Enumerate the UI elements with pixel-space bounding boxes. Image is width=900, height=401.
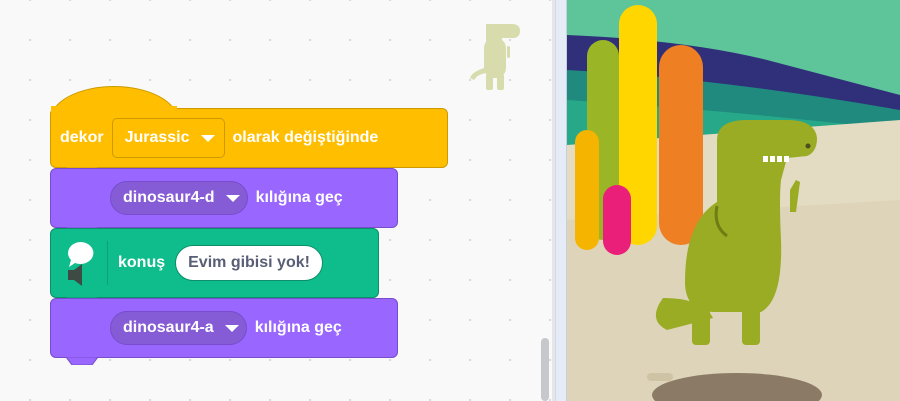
speech-bubble-icon [68,242,94,286]
speak-text-input[interactable]: Evim gibisi yok! [175,245,323,281]
costume-dropdown-2-value: dinosaur4-a [123,319,214,336]
when-backdrop-switches-hat-block[interactable]: dekor Jurassic olarak değiştiğinde [50,108,448,175]
block-bump [66,357,98,365]
jurassic-backdrop [567,0,900,401]
sprite-thumbnail-icon [470,24,520,90]
switch-costume-label-1: kılığına geç [255,189,343,206]
switch-costume-block-1[interactable]: dinosaur4-d kılığına geç [50,168,398,235]
costume-dropdown-2[interactable]: dinosaur4-a [110,311,247,345]
switch-costume-label-2: kılığına geç [254,319,342,336]
chevron-down-icon [214,318,240,338]
stage[interactable] [567,0,900,401]
speaker-icon [68,264,82,286]
costume-dropdown-1-value: dinosaur4-d [123,189,215,206]
chevron-down-icon [190,128,216,148]
code-workspace[interactable]: dekor Jurassic olarak değiştiğinde dinos… [0,0,555,401]
extension-separator [107,241,108,285]
speak-label: konuş [118,254,166,271]
hat-block-suffix: olarak değiştiğinde [232,129,379,146]
workspace-scrollbar[interactable] [541,338,549,401]
panel-divider [555,0,567,401]
chevron-down-icon [215,188,241,208]
hat-block-prefix: dekor [60,129,104,146]
hat-cap-join [51,106,177,112]
backdrop-dropdown[interactable]: Jurassic [111,118,225,158]
costume-dropdown-1[interactable]: dinosaur4-d [110,181,248,215]
switch-costume-block-2[interactable]: dinosaur4-a kılığına geç [50,298,398,365]
speak-block[interactable]: konuş Evim gibisi yok! [50,228,379,305]
backdrop-dropdown-value: Jurassic [124,129,190,146]
